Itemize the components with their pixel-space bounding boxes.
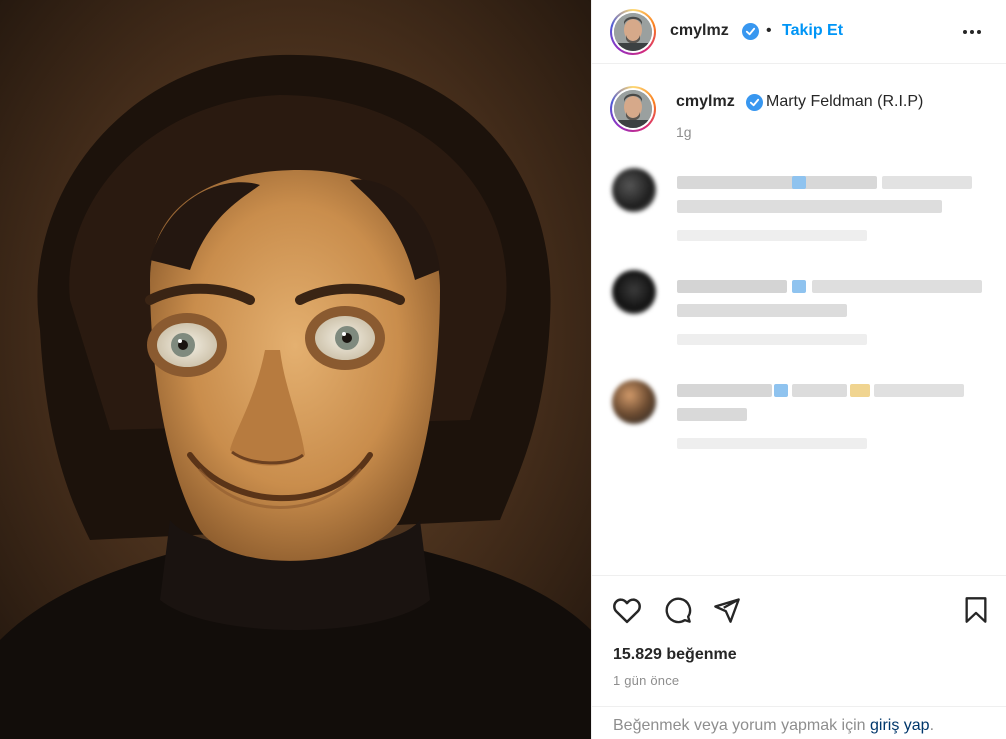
obscured-comment-text — [677, 384, 772, 397]
obscured-comment-text — [882, 176, 972, 189]
post-side-panel: cmylmz • Takip Et cmylmz Marty Feldman (… — [591, 0, 1006, 739]
post-header: cmylmz • Takip Et — [592, 0, 1006, 64]
caption-author-avatar[interactable] — [610, 86, 656, 132]
obscured-emoji — [792, 280, 806, 293]
commenter-avatar[interactable] — [612, 168, 656, 212]
like-count[interactable]: 15.829 beğenme — [613, 646, 737, 664]
more-options-icon[interactable] — [963, 22, 987, 42]
post-image[interactable] — [0, 0, 591, 739]
login-prompt: Beğenmek veya yorum yapmak için giriş ya… — [592, 706, 1006, 739]
paper-plane-icon[interactable] — [713, 596, 741, 629]
login-prefix: Beğenmek veya yorum yapmak için — [613, 717, 870, 734]
obscured-comment-text — [677, 280, 787, 293]
caption-age: 1g — [676, 124, 692, 140]
follow-button[interactable]: Takip Et — [782, 22, 843, 40]
obscured-comment-text — [677, 304, 847, 317]
obscured-comment-meta — [677, 438, 867, 449]
post-date: 1 gün önce — [613, 673, 680, 688]
obscured-comment-text — [677, 176, 877, 189]
obscured-emoji — [850, 384, 870, 397]
obscured-comment-meta — [677, 230, 867, 241]
heart-icon[interactable] — [612, 596, 642, 629]
commenter-avatar[interactable] — [612, 270, 656, 314]
obscured-comment-text — [677, 200, 942, 213]
login-suffix: . — [929, 717, 935, 734]
separator-dot: • — [766, 22, 772, 39]
bookmark-icon[interactable] — [964, 596, 988, 629]
portrait-illustration — [0, 0, 591, 739]
obscured-comment-meta — [677, 334, 867, 345]
obscured-comment-text — [677, 408, 747, 421]
login-link[interactable]: giriş yap — [870, 717, 930, 734]
obscured-emoji — [774, 384, 788, 397]
caption-verified-badge-icon — [746, 94, 763, 111]
caption-username[interactable]: cmylmz — [676, 93, 735, 111]
login-prompt-text: Beğenmek veya yorum yapmak için giriş ya… — [613, 717, 934, 735]
author-avatar[interactable] — [610, 9, 656, 55]
verified-badge-icon — [742, 23, 759, 40]
caption-text: Marty Feldman (R.I.P) — [766, 93, 924, 110]
commenter-avatar[interactable] — [612, 380, 656, 424]
obscured-comment-text — [792, 384, 847, 397]
obscured-emoji — [792, 176, 806, 189]
author-username[interactable]: cmylmz — [670, 22, 729, 40]
obscured-comment-text — [812, 280, 982, 293]
comment-icon[interactable] — [664, 596, 692, 629]
obscured-comment-text — [874, 384, 964, 397]
post-actions: 15.829 beğenme 1 gün önce Beğenmek veya … — [592, 575, 1006, 739]
